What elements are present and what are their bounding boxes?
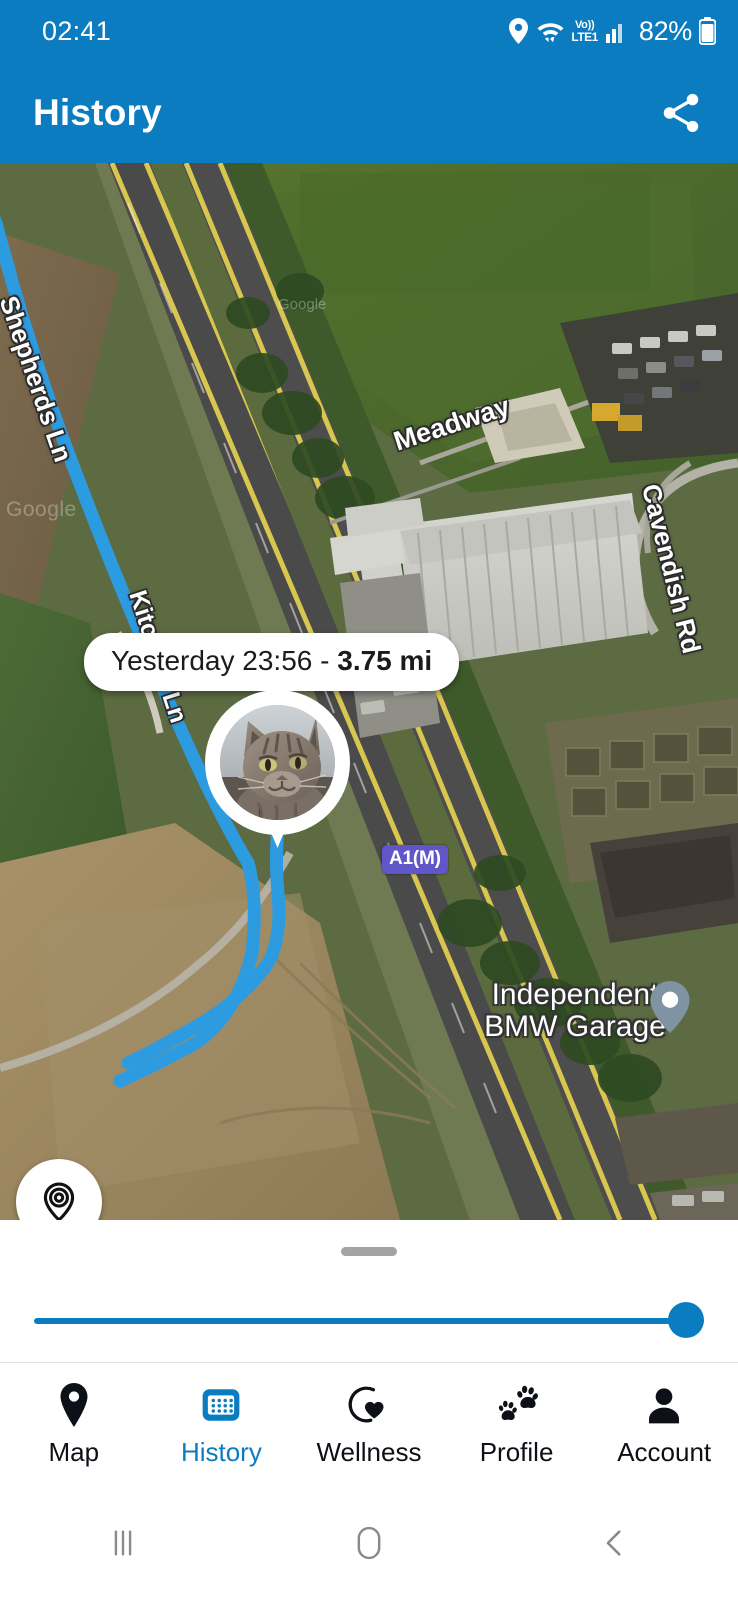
person-icon [644, 1382, 684, 1428]
poi-label-line1: Independent [491, 978, 659, 1011]
motorway-shield-a1m: A1(M) [382, 845, 448, 874]
nav-label-history: History [180, 1437, 262, 1467]
status-bar: 02:41 Vo)) LTE1 82% [0, 0, 738, 62]
battery-percent: 82% [638, 15, 692, 46]
recents-button[interactable] [63, 1513, 183, 1573]
nav-label-profile: Profile [479, 1437, 554, 1467]
home-icon [357, 1526, 381, 1560]
cat-photo-icon [220, 705, 335, 820]
poi-label-line2: BMW Garage [484, 1010, 666, 1044]
map-view[interactable]: Google Google Shepherds Ln Meadway Caven… [0, 163, 738, 1220]
slider-thumb[interactable] [668, 1302, 704, 1338]
share-button[interactable] [654, 86, 708, 140]
timeline-slider[interactable] [34, 1302, 704, 1338]
map-attribution-secondary: Google [278, 296, 327, 313]
nav-label-map: Map [48, 1437, 100, 1467]
nav-item-account[interactable]: Account [591, 1382, 738, 1468]
back-icon [606, 1530, 621, 1556]
tooltip-time: Yesterday 23:56 [111, 645, 313, 676]
paw-prints-icon [494, 1382, 540, 1428]
nav-item-history[interactable]: History [148, 1382, 295, 1468]
volte-icon: Vo)) LTE1 [571, 18, 598, 44]
tooltip-distance: 3.75 mi [337, 645, 433, 676]
wifi-icon [535, 18, 566, 44]
sheet-drag-handle[interactable] [341, 1247, 397, 1256]
location-icon [509, 18, 529, 44]
activity-heart-icon [348, 1382, 390, 1428]
current-location-icon [43, 1182, 75, 1220]
map-pin-icon [56, 1382, 92, 1428]
poi-pin-icon [650, 981, 690, 1033]
nav-item-profile[interactable]: Profile [443, 1382, 590, 1468]
tooltip-separator: - [312, 645, 338, 676]
track-tooltip[interactable]: Yesterday 23:56 - 3.75 mi [84, 633, 460, 691]
battery-icon [699, 17, 716, 45]
map-attribution: Google [6, 498, 77, 521]
nav-item-wellness[interactable]: Wellness [295, 1382, 442, 1468]
signal-icon [605, 19, 629, 43]
nav-item-map[interactable]: Map [0, 1382, 147, 1468]
pet-location-pin[interactable] [205, 690, 350, 855]
status-clock: 02:41 [42, 15, 112, 46]
timeline-sheet [0, 1220, 738, 1363]
page-title: History [33, 91, 162, 133]
app-bar: History [0, 62, 738, 163]
home-button[interactable] [309, 1513, 429, 1573]
calendar-icon [200, 1382, 242, 1428]
pet-avatar [220, 705, 335, 820]
satellite-imagery [0, 163, 738, 1220]
nav-label-account: Account [617, 1437, 712, 1467]
slider-track [34, 1318, 704, 1324]
poi-marker-bmw-garage[interactable] [650, 981, 690, 1038]
bottom-navigation: Map History Wellness Profile Account [0, 1364, 738, 1486]
nav-label-wellness: Wellness [316, 1437, 422, 1467]
phone-screen: 02:41 Vo)) LTE1 82% History Google Googl… [0, 0, 738, 1600]
recents-icon [114, 1530, 132, 1556]
status-icons: Vo)) LTE1 82% [509, 16, 716, 47]
share-icon [663, 93, 699, 132]
system-navigation-bar [0, 1486, 738, 1600]
back-button[interactable] [555, 1513, 675, 1573]
